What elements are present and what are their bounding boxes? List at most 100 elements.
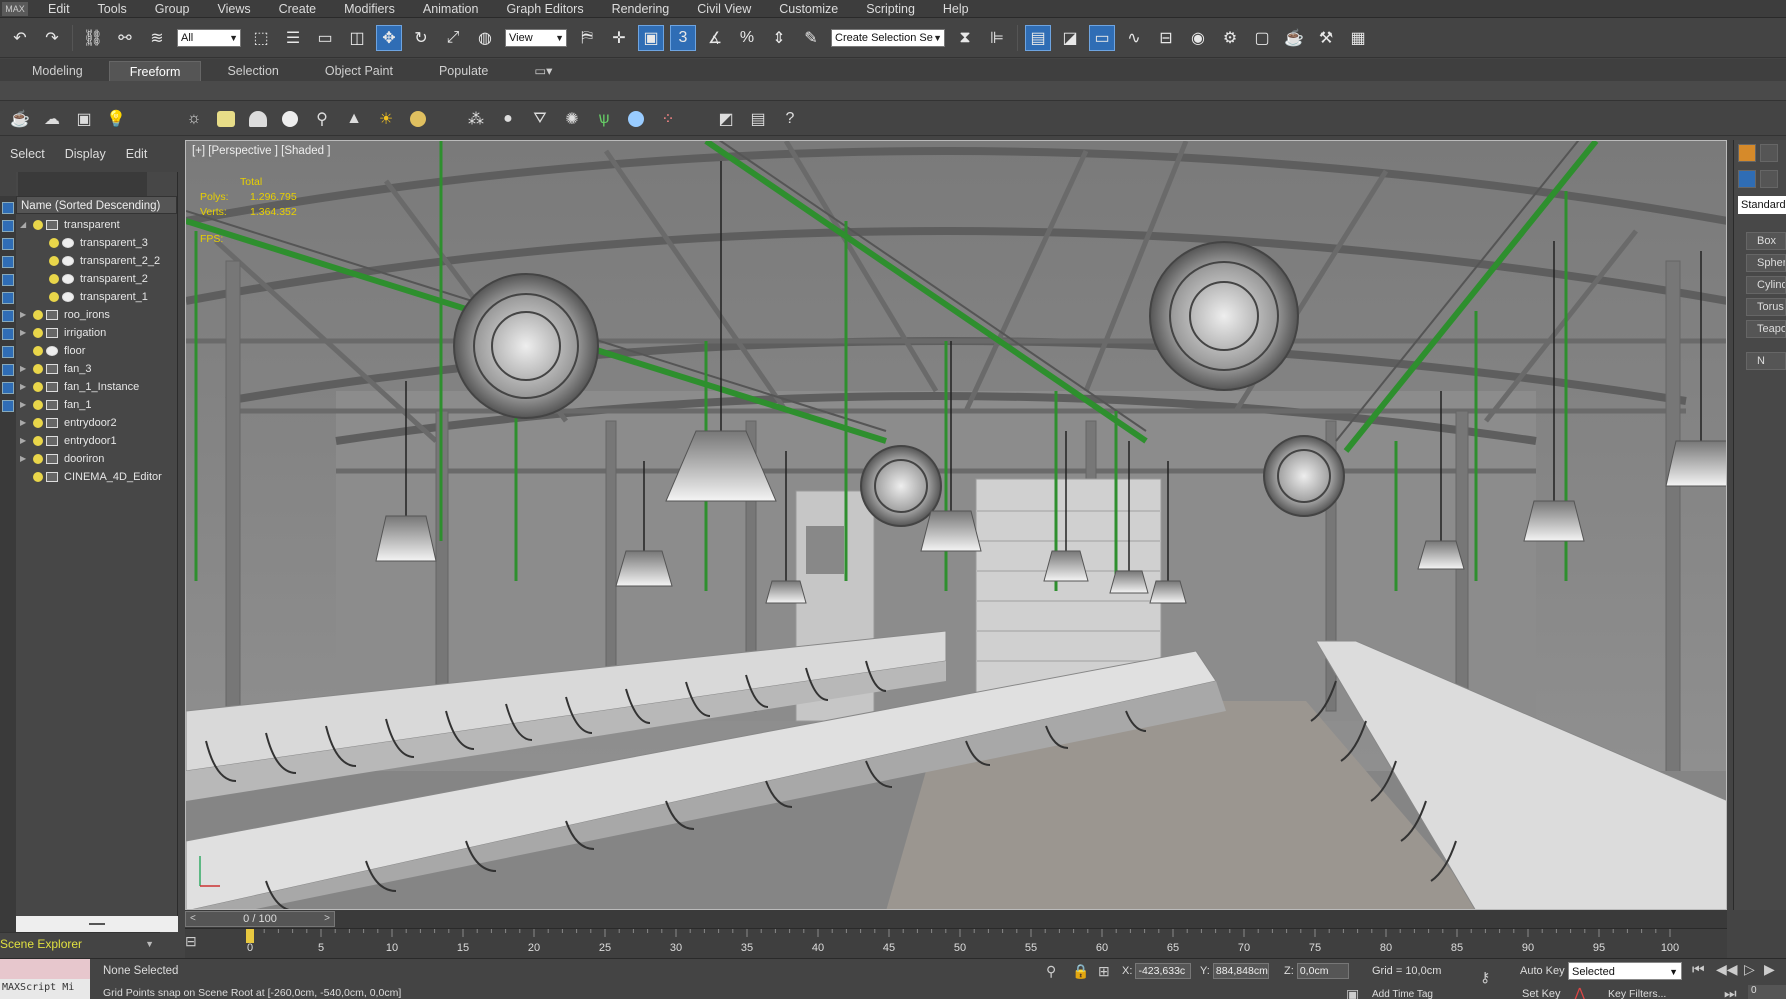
tab-object-paint[interactable]: Object Paint	[305, 61, 413, 81]
time-slider-thumb[interactable]: < 0 / 100 >	[185, 911, 335, 927]
proxy-icon[interactable]: ⛛	[527, 106, 553, 132]
mirror-icon[interactable]: ⧗	[952, 25, 978, 51]
tab-modeling[interactable]: Modeling	[12, 61, 103, 81]
expand-closed-icon[interactable]: ▶	[20, 306, 30, 324]
fur-icon[interactable]: ѱ	[591, 106, 617, 132]
snaps-toggle-icon[interactable]: 3	[670, 24, 696, 51]
create-cylinder-button[interactable]: Cylinder	[1746, 276, 1786, 294]
expand-closed-icon[interactable]: ▶	[20, 432, 30, 450]
place-icon[interactable]: ◍	[472, 25, 498, 51]
link-icon[interactable]: ⛓	[80, 25, 106, 51]
ribbon-options-icon[interactable]: ▭▾	[514, 61, 572, 81]
visibility-bulb-icon[interactable]	[49, 274, 59, 284]
scene-tree-item[interactable]: floor	[16, 342, 177, 360]
previous-frame-icon[interactable]: ◀◀	[1716, 961, 1738, 978]
scene-tree-item[interactable]: ▶ fan_1_Instance	[16, 378, 177, 396]
color-balls-icon[interactable]: ⁘	[655, 106, 681, 132]
selection-filter-dropdown[interactable]: All ▼	[177, 28, 241, 47]
move-icon[interactable]: ✥	[376, 24, 402, 51]
redo-icon[interactable]: ↷	[39, 25, 65, 51]
absolute-mode-icon[interactable]: ⊞	[1098, 963, 1110, 980]
maxscript-input[interactable]: MAXScript Mi	[0, 979, 90, 997]
rectangular-selection-icon[interactable]: ▭	[312, 25, 338, 51]
expand-closed-icon[interactable]: ▶	[20, 360, 30, 378]
coord-x-field[interactable]	[1135, 963, 1192, 979]
coord-y-field[interactable]	[1212, 963, 1269, 979]
scene-tree-item[interactable]: ◢ transparent	[16, 216, 177, 234]
plane-icon[interactable]	[213, 106, 239, 132]
visibility-bulb-icon[interactable]	[33, 220, 43, 230]
column-header-name[interactable]: Name (Sorted Descending)	[16, 196, 177, 214]
render-iterative-icon[interactable]: ⚒	[1313, 25, 1339, 51]
go-to-start-icon[interactable]: ⏮	[1692, 961, 1705, 978]
help-icon[interactable]: ?	[777, 106, 803, 132]
angle-snap-icon[interactable]: ∡	[702, 25, 728, 51]
scene-tree-item[interactable]: transparent_3	[16, 234, 177, 252]
reference-coordinate-dropdown[interactable]: View ▼	[505, 28, 567, 47]
display-geometry-icon[interactable]	[2, 202, 14, 214]
scene-explorer-title-dropdown[interactable]: Scene Explorer ▼	[0, 932, 160, 954]
percent-snap-icon[interactable]: %	[734, 25, 760, 51]
sun-disc-icon[interactable]	[405, 106, 431, 132]
object-type-dropdown[interactable]: Standard	[1738, 196, 1786, 214]
expand-closed-icon[interactable]: ▶	[20, 324, 30, 342]
visibility-bulb-icon[interactable]	[33, 382, 43, 392]
visibility-bulb-icon[interactable]	[33, 472, 43, 482]
geometry-category-icon[interactable]	[1738, 170, 1756, 188]
perspective-viewport[interactable]: [+] [Perspective ] [Shaded ] Total Polys…	[185, 140, 1727, 910]
display-cameras-icon[interactable]	[2, 256, 14, 268]
display-lights-icon[interactable]	[2, 238, 14, 250]
track-bar[interactable]: ⊟ 0 5 10 15 20 25 30 35 40 45 50 55 60 65 70 75 80 85 90 95…	[185, 928, 1727, 958]
scene-tree-item[interactable]: ▶ dooriron	[16, 450, 177, 468]
menu-graph-editors[interactable]: Graph Editors	[492, 0, 597, 18]
keyboard-shortcut-override-icon[interactable]: ▣	[638, 24, 664, 51]
isolate-selection-icon[interactable]: ⚲	[1046, 963, 1056, 980]
menu-views[interactable]: Views	[203, 0, 264, 18]
create-sphere-button[interactable]: Sphere	[1746, 254, 1786, 272]
pivot-center-icon[interactable]: ⛿	[574, 25, 600, 51]
expand-closed-icon[interactable]: ▶	[20, 450, 30, 468]
resize-handle[interactable]	[89, 923, 105, 925]
render-in-cloud-icon[interactable]: ▦	[1345, 25, 1371, 51]
display-hidden-icon[interactable]	[2, 400, 14, 412]
key-mode-dropdown[interactable]: Selected ▼	[1568, 962, 1682, 980]
rotate-icon[interactable]: ↻	[408, 25, 434, 51]
visibility-bulb-icon[interactable]	[49, 292, 59, 302]
tab-freeform[interactable]: Freeform	[108, 61, 202, 81]
schematic-view-icon[interactable]: ⊟	[1153, 25, 1179, 51]
unlink-icon[interactable]: ⚯	[112, 25, 138, 51]
visibility-bulb-icon[interactable]	[33, 454, 43, 464]
key-filters-button[interactable]: Key Filters...	[1608, 988, 1666, 999]
menu-customize[interactable]: Customize	[765, 0, 852, 18]
material-editor-icon[interactable]: ◉	[1185, 25, 1211, 51]
curve-editor-icon[interactable]: ∿	[1121, 25, 1147, 51]
menu-tools[interactable]: Tools	[84, 0, 141, 18]
create-box-button[interactable]: Box	[1746, 232, 1786, 250]
se-menu-edit[interactable]: Edit	[116, 147, 158, 161]
scene-explorer-toggle-icon[interactable]: ▤	[1025, 24, 1051, 51]
render-region-icon[interactable]: ◩	[713, 106, 739, 132]
display-frozen-icon[interactable]	[2, 382, 14, 394]
create-torus-button[interactable]: Torus	[1746, 298, 1786, 316]
app-logo[interactable]: MAX	[2, 1, 28, 16]
sphere-render-icon[interactable]	[623, 106, 649, 132]
menu-group[interactable]: Group	[141, 0, 204, 18]
shapes-category-icon[interactable]	[1760, 170, 1778, 188]
visibility-bulb-icon[interactable]	[33, 310, 43, 320]
play-icon[interactable]: ▷	[1744, 961, 1755, 978]
display-xrefs-icon[interactable]	[2, 328, 14, 340]
scene-tree-item[interactable]: ▶ entrydoor2	[16, 414, 177, 432]
tab-populate[interactable]: Populate	[419, 61, 508, 81]
bind-space-warp-icon[interactable]: ≋	[144, 25, 170, 51]
scene-tree-item[interactable]: ▶ irrigation	[16, 324, 177, 342]
display-helpers-icon[interactable]	[2, 274, 14, 286]
current-frame-field[interactable]: 0	[1748, 985, 1786, 999]
scene-tree-item[interactable]: transparent_1	[16, 288, 177, 306]
key-mode-toggle-icon[interactable]: ⏭	[1724, 985, 1737, 999]
open-mini-curve-editor-icon[interactable]: ⊟	[185, 933, 205, 949]
name-color-rollout[interactable]: N	[1746, 352, 1786, 370]
menu-animation[interactable]: Animation	[409, 0, 493, 18]
visibility-bulb-icon[interactable]	[49, 256, 59, 266]
select-by-name-icon[interactable]: ☰	[280, 25, 306, 51]
display-containers-icon[interactable]	[2, 364, 14, 376]
